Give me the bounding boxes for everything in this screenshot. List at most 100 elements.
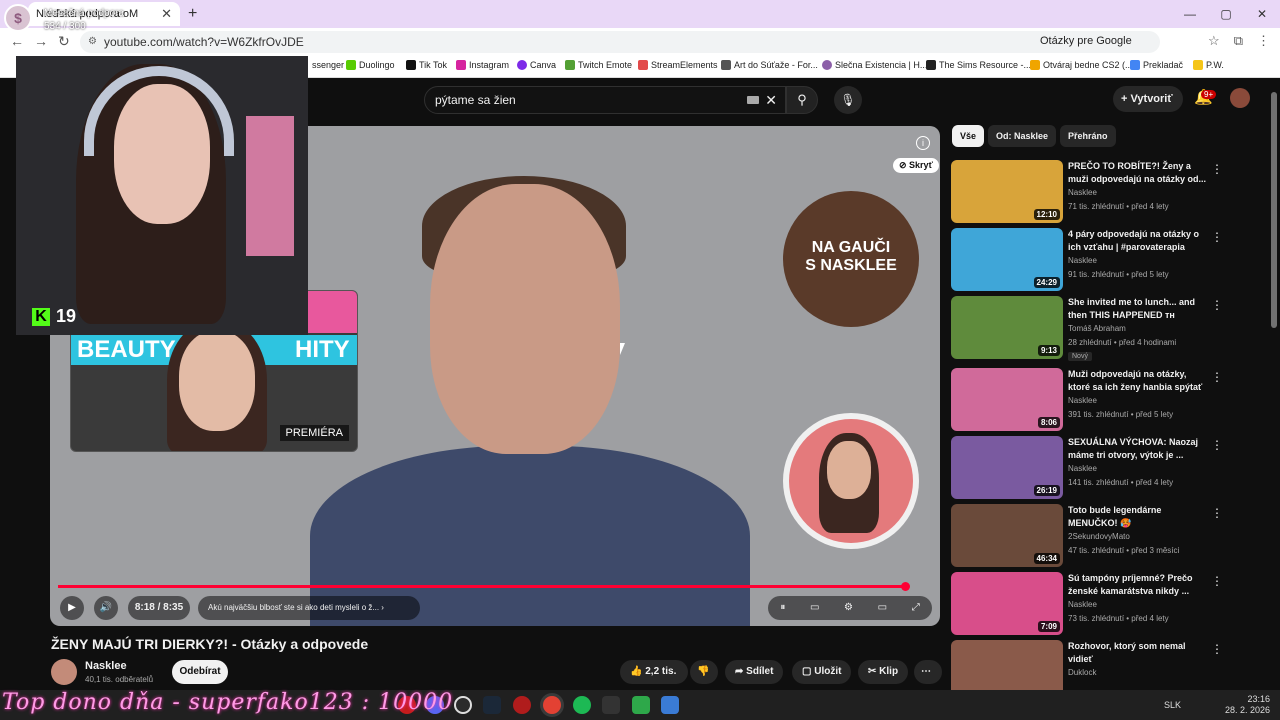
scrollbar[interactable] — [1271, 92, 1277, 328]
forward-button[interactable]: → — [34, 33, 48, 49]
recommended-video[interactable]: 12:10 PREČO TO ROBÍTE?! Ženy a muži odpov… — [951, 160, 1263, 224]
recommended-video[interactable]: 26:19 SEXUÁLNA VÝCHOVA: Naozaj máme tri o… — [951, 436, 1263, 500]
maximize-button[interactable]: ▢ — [1208, 0, 1244, 28]
bookmark-item[interactable]: Canva — [517, 60, 556, 70]
keyboard-language[interactable]: SLK — [1164, 700, 1181, 710]
video-thumbnail[interactable]: 7:09 — [951, 572, 1063, 635]
more-options-icon[interactable]: ⋮ — [1211, 370, 1223, 384]
bookmark-item[interactable]: Twitch Emote — [565, 60, 632, 70]
recommended-title[interactable]: Sú tampóny príjemné? Prečo ženské kamará… — [1068, 572, 1208, 598]
url-bar[interactable]: ⚙ youtube.com/watch?v=W6ZkfrOvJDE — [80, 31, 1160, 53]
spotify-icon[interactable] — [573, 696, 591, 714]
recommended-channel[interactable]: Nasklee — [1068, 600, 1097, 609]
more-options-icon[interactable]: ⋮ — [1211, 438, 1223, 452]
close-window-button[interactable]: ✕ — [1244, 0, 1280, 28]
terminal-icon[interactable] — [602, 696, 620, 714]
recommended-channel[interactable]: Duklock — [1068, 668, 1096, 677]
bookmark-item[interactable]: Otváraj bedne CS2 (... — [1030, 60, 1133, 70]
recommended-title[interactable]: She invited me to lunch... and then THIS… — [1068, 296, 1208, 322]
extensions-icon[interactable]: ⧉ — [1234, 33, 1243, 49]
chapter-title[interactable]: Akú najväčšiu blbosť ste si ako deti mys… — [198, 596, 420, 620]
recommended-channel[interactable]: Nasklee — [1068, 464, 1097, 473]
recommended-channel[interactable]: Nasklee — [1068, 396, 1097, 405]
close-tab-icon[interactable]: ✕ — [161, 6, 172, 22]
theater-mode-icon[interactable]: ▭ — [878, 596, 887, 620]
chip-all[interactable]: Vše — [952, 125, 985, 147]
play-button[interactable]: ▶ — [60, 596, 84, 620]
minimize-button[interactable]: — — [1172, 0, 1208, 28]
recommended-title[interactable]: 4 páry odpovedajú na otázky o ich vzťahu… — [1068, 228, 1208, 254]
progress-bar[interactable] — [58, 585, 908, 588]
bookmark-item[interactable]: ssenger — [312, 60, 344, 70]
bookmark-item[interactable]: StreamElements — [638, 60, 718, 70]
reload-button[interactable]: ↻ — [58, 33, 70, 50]
more-actions-button[interactable]: ⋯ — [914, 660, 942, 684]
search-button[interactable]: ⚲ — [786, 86, 818, 114]
subtitles-icon[interactable]: ▭ — [810, 596, 819, 620]
app-icon[interactable] — [513, 696, 531, 714]
recommended-channel[interactable]: Tomáš Abraham — [1068, 324, 1126, 333]
share-button[interactable]: ➦ Sdílet — [725, 660, 784, 684]
recommended-channel[interactable]: 2SekundovyMato — [1068, 532, 1130, 541]
app-icon[interactable] — [632, 696, 650, 714]
recommended-video[interactable]: 46:34 Toto bude legendárne MENUČKO! 🥵 2Sek… — [951, 504, 1263, 568]
bookmark-item[interactable]: P.W. — [1193, 60, 1224, 70]
bookmark-item[interactable]: Art do Súťaže - For... — [721, 60, 818, 70]
search-input[interactable]: pýtame sa žien ✕ — [424, 86, 786, 114]
chip-watched[interactable]: Přehráno — [1060, 125, 1116, 147]
recommended-video[interactable]: 24:29 4 páry odpovedajú na otázky o ich v… — [951, 228, 1263, 292]
obs-icon[interactable] — [454, 696, 472, 714]
more-options-icon[interactable]: ⋮ — [1211, 162, 1223, 176]
recommended-video[interactable]: 9:13 She invited me to lunch... and then … — [951, 296, 1263, 361]
dislike-button[interactable]: 👎 — [690, 660, 718, 684]
more-options-icon[interactable]: ⋮ — [1211, 642, 1223, 656]
bookmark-star-icon[interactable]: ☆ — [1208, 33, 1220, 49]
save-button[interactable]: ▢ Uložit — [792, 660, 852, 684]
volume-icon[interactable]: 🔊 — [94, 596, 118, 620]
progress-scrubber[interactable] — [901, 582, 910, 591]
bookmark-item[interactable]: Slečna Existencia | H... — [822, 60, 927, 70]
recommended-channel[interactable]: Nasklee — [1068, 256, 1097, 265]
recommended-video[interactable]: 7:09 Sú tampóny príjemné? Prečo ženské ka… — [951, 572, 1263, 636]
settings-gear-icon[interactable]: ⚙ — [844, 596, 853, 620]
subscribe-button[interactable]: Odebírat — [172, 660, 228, 684]
keyboard-icon[interactable] — [747, 96, 759, 104]
clip-button[interactable]: ✂ Klip — [858, 660, 909, 684]
recommended-video[interactable]: 8:06 Muži odpovedajú na otázky, ktoré sa … — [951, 368, 1263, 432]
recommended-title[interactable]: PREČO TO ROBÍTE?! Ženy a muži odpovedajú… — [1068, 160, 1208, 186]
bookmark-item[interactable]: Prekladač — [1130, 60, 1183, 70]
fullscreen-icon[interactable]: ⤢ — [912, 596, 920, 620]
video-thumbnail[interactable]: 26:19 — [951, 436, 1063, 499]
back-button[interactable]: ← — [10, 33, 24, 49]
video-thumbnail[interactable]: 46:34 — [951, 504, 1063, 567]
bookmark-item[interactable]: Instagram — [456, 60, 509, 70]
recommended-title[interactable]: Muži odpovedajú na otázky, ktoré sa ich … — [1068, 368, 1208, 394]
app-icon[interactable] — [661, 696, 679, 714]
account-avatar[interactable] — [1230, 88, 1250, 108]
bookmark-item[interactable]: Duolingo — [346, 60, 395, 70]
chip-from-channel[interactable]: Od: Nasklee — [988, 125, 1057, 147]
clear-search-icon[interactable]: ✕ — [765, 87, 777, 113]
steam-icon[interactable] — [483, 696, 501, 714]
video-thumbnail[interactable]: 24:29 — [951, 228, 1063, 291]
create-button[interactable]: + Vytvoriť — [1113, 86, 1183, 112]
recommended-title[interactable]: SEXUÁLNA VÝCHOVA: Naozaj máme tri otvory… — [1068, 436, 1208, 462]
recommended-title[interactable]: Rozhovor, ktorý som nemal vidieť — [1068, 640, 1208, 666]
video-thumbnail[interactable]: 12:10 — [951, 160, 1063, 223]
channel-name[interactable]: Nasklee — [85, 660, 127, 672]
system-clock[interactable]: 23:16 28. 2. 2026 — [1225, 694, 1270, 716]
microphone-icon[interactable]: 🎙 — [834, 86, 862, 114]
like-button[interactable]: 👍 2,2 tis. — [620, 660, 688, 684]
info-icon[interactable]: i — [916, 136, 930, 150]
channel-avatar[interactable] — [51, 659, 77, 685]
hide-button[interactable]: ⊘ Skryť — [893, 158, 939, 173]
autoplay-toggle[interactable]: ⏸ — [780, 596, 785, 620]
more-options-icon[interactable]: ⋮ — [1211, 506, 1223, 520]
menu-icon[interactable]: ⋮ — [1257, 33, 1270, 49]
more-options-icon[interactable]: ⋮ — [1211, 298, 1223, 312]
chrome-icon[interactable] — [543, 696, 561, 714]
google-questions-button[interactable]: Otázky pre Google — [1040, 35, 1132, 47]
site-info-icon[interactable]: ⚙ — [88, 31, 97, 53]
bookmark-item[interactable]: Tik Tok — [406, 60, 447, 70]
more-options-icon[interactable]: ⋮ — [1211, 230, 1223, 244]
